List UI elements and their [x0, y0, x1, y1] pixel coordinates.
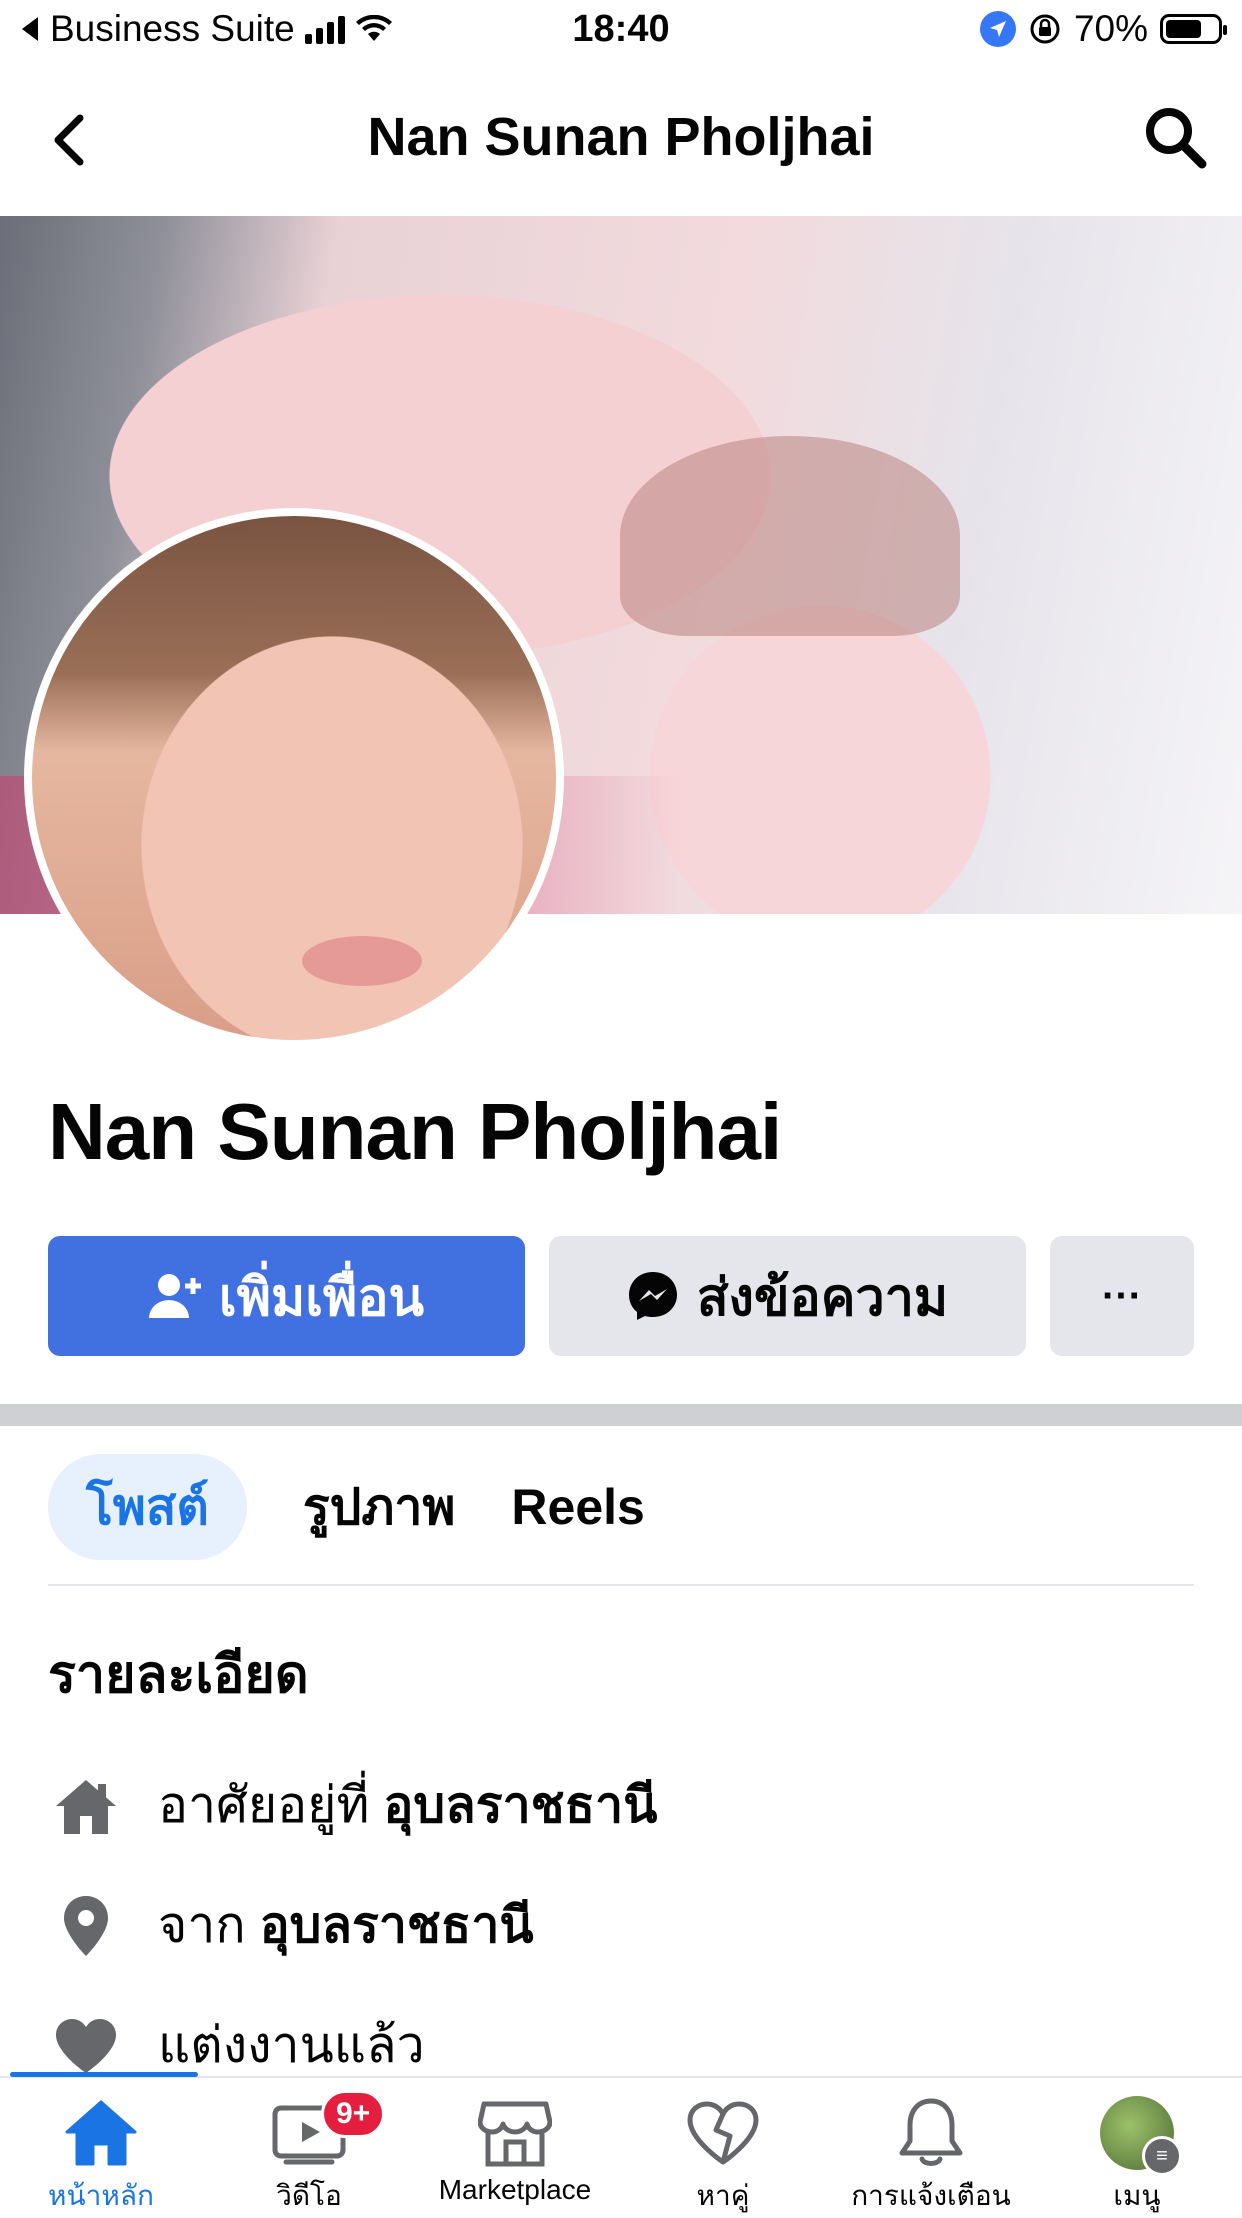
tabbar-video[interactable]: 9+ วิดีโอ — [214, 2090, 404, 2218]
page-title: Nan Sunan Pholjhai — [367, 107, 875, 167]
bell-icon — [891, 2096, 971, 2170]
battery-icon — [1160, 14, 1227, 44]
orientation-lock-icon — [1030, 14, 1060, 44]
message-button[interactable]: ส่งข้อความ — [549, 1236, 1026, 1356]
marketplace-icon — [475, 2096, 555, 2170]
search-button[interactable] — [1140, 102, 1210, 172]
status-right: 70% — [979, 8, 1227, 50]
profile-name: Nan Sunan Pholjhai — [48, 1087, 782, 1176]
active-tab-indicator — [10, 2072, 198, 2077]
tabbar-dating[interactable]: หาคู่ — [628, 2096, 818, 2218]
message-label: ส่งข้อความ — [696, 1268, 949, 1327]
notification-badge: 9+ — [321, 2090, 386, 2138]
tabbar-label: เมนู — [1113, 2180, 1161, 2211]
detail-lives-in: อาศัยอยู่ที่ อุบลราชธานี — [48, 1766, 657, 1845]
detail-prefix: แต่งงานแล้ว — [158, 2017, 425, 2073]
detail-value[interactable]: อุบลราชธานี — [383, 1777, 657, 1833]
add-friend-icon — [148, 1274, 201, 1318]
video-icon: 9+ — [269, 2090, 386, 2170]
add-friend-button[interactable]: เพิ่มเพื่อน — [48, 1236, 525, 1356]
tabbar-label: Marketplace — [438, 2174, 592, 2205]
location-pin-icon — [48, 1888, 124, 1964]
detail-prefix: จาก — [158, 1897, 246, 1953]
tabbar-marketplace[interactable]: Marketplace — [420, 2096, 610, 2206]
avatar-detail — [302, 936, 422, 986]
tabbar-label: หาคู่ — [696, 2180, 750, 2211]
tabbar-notifications[interactable]: การแจ้งเตือน — [836, 2096, 1026, 2218]
tabbar-label: วิดีโอ — [276, 2180, 342, 2211]
status-bar: Business Suite 18:40 70% — [0, 0, 1242, 64]
detail-prefix: อาศัยอยู่ที่ — [158, 1777, 370, 1833]
section-divider — [0, 1404, 1242, 1426]
avatar: ≡ — [1100, 2096, 1182, 2176]
avatar — [32, 516, 556, 1040]
dating-icon — [683, 2096, 763, 2170]
add-friend-label: เพิ่มเพื่อน — [218, 1268, 425, 1327]
detail-from: จาก อุบลราชธานี — [48, 1886, 534, 1965]
detail-value[interactable]: อุบลราชธานี — [260, 1897, 534, 1953]
tab-photos[interactable]: รูปภาพ — [303, 1454, 456, 1560]
tabbar-label: การแจ้งเตือน — [851, 2180, 1011, 2211]
location-arrow-icon — [979, 11, 1016, 47]
tab-reels[interactable]: Reels — [511, 1454, 644, 1560]
home-icon — [61, 2096, 141, 2170]
hamburger-icon: ≡ — [1142, 2136, 1182, 2176]
battery-percent: 70% — [1073, 8, 1148, 49]
profile-tabs: โพสต์ รูปภาพ Reels — [48, 1452, 645, 1562]
messenger-icon — [628, 1272, 677, 1320]
profile-picture[interactable] — [24, 508, 564, 1048]
more-options-button[interactable]: ··· — [1050, 1236, 1194, 1356]
bottom-tab-bar: หน้าหลัก 9+ วิดีโอ Marketplace หาคู่ การ… — [0, 2072, 1242, 2211]
tabbar-menu[interactable]: ≡ เมนู — [1042, 2096, 1232, 2218]
tabbar-home[interactable]: หน้าหลัก — [6, 2096, 196, 2218]
details-heading: รายละเอียด — [48, 1646, 309, 1704]
home-icon — [48, 1768, 124, 1844]
tabs-divider — [48, 1584, 1194, 1586]
nav-header: Nan Sunan Pholjhai — [0, 80, 1242, 200]
cover-photo-detail — [620, 436, 960, 636]
profile-actions: เพิ่มเพื่อน ส่งข้อความ ··· — [48, 1236, 1194, 1356]
search-icon — [1146, 108, 1207, 169]
more-icon: ··· — [1102, 1273, 1142, 1318]
tabbar-label: หน้าหลัก — [48, 2180, 154, 2211]
tab-posts[interactable]: โพสต์ — [48, 1454, 247, 1560]
menu-avatar-icon: ≡ — [1097, 2096, 1182, 2176]
